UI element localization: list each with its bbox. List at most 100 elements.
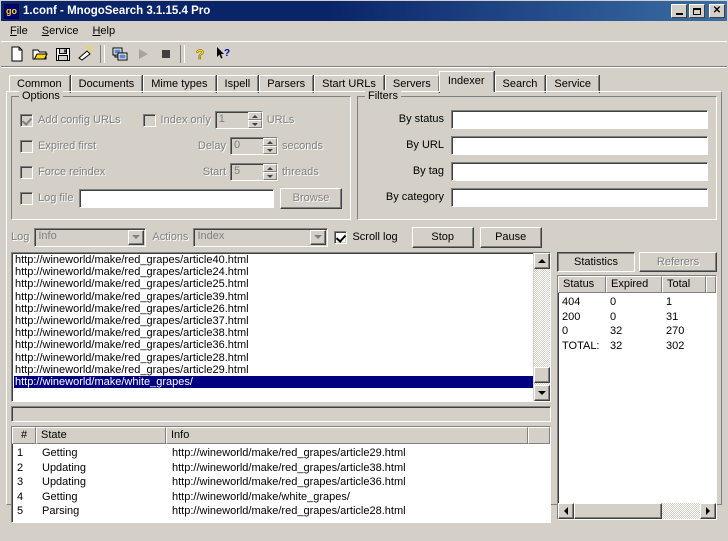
log-line[interactable]: http://wineworld/make/red_grapes/article… xyxy=(14,278,548,290)
network-button[interactable] xyxy=(108,43,131,65)
statistics-tab-button[interactable]: Statistics xyxy=(557,252,635,272)
table-row[interactable]: 5 Parsing http://wineworld/make/red_grap… xyxy=(12,504,550,519)
force-reindex-checkbox[interactable] xyxy=(20,166,33,179)
by-url-input[interactable] xyxy=(451,136,708,155)
table-row[interactable]: 404 0 1 xyxy=(558,295,716,310)
log-list[interactable]: http://wineworld/make/red_grapes/article… xyxy=(11,252,551,402)
by-status-input[interactable] xyxy=(451,110,708,129)
minimize-icon xyxy=(672,5,686,17)
task-grid: # State Info 1 Getting http://wineworld/… xyxy=(11,426,551,523)
index-only-checkbox[interactable] xyxy=(143,114,156,127)
help-button[interactable]: ? xyxy=(188,43,211,65)
log-level-select[interactable]: Info xyxy=(34,228,146,247)
log-scroll-thumb[interactable] xyxy=(534,367,550,383)
log-line[interactable]: http://wineworld/make/red_grapes/article… xyxy=(14,352,548,364)
by-url-label: By URL xyxy=(366,139,451,151)
browse-button[interactable]: Browse xyxy=(280,188,342,209)
log-line[interactable]: http://wineworld/make/red_grapes/article… xyxy=(14,364,548,376)
index-only-down-button[interactable] xyxy=(248,120,262,128)
stats-status: 404 xyxy=(558,295,606,310)
log-line[interactable]: http://wineworld/make/red_grapes/article… xyxy=(14,327,548,339)
log-line[interactable]: http://wineworld/make/red_grapes/article… xyxy=(14,266,548,278)
menu-item-help[interactable]: Help xyxy=(85,23,122,39)
table-row[interactable]: 3 Updating http://wineworld/make/red_gra… xyxy=(12,475,550,490)
application-window: go 1.conf - MnogoSearch 3.1.15.4 Pro ✕ F… xyxy=(0,0,728,541)
table-row[interactable]: 2 Updating http://wineworld/make/red_gra… xyxy=(12,461,550,476)
log-file-input[interactable] xyxy=(79,189,274,208)
window-controls: ✕ xyxy=(671,4,725,18)
referers-tab-button[interactable]: Referers xyxy=(639,252,717,272)
stats-col-expired-header[interactable]: Expired xyxy=(606,276,662,293)
start-threads-down-button[interactable] xyxy=(263,172,277,180)
window-title: 1.conf - MnogoSearch 3.1.15.4 Pro xyxy=(23,5,671,17)
stats-col-total-header[interactable]: Total xyxy=(662,276,706,293)
statistics-scroll-right-button[interactable] xyxy=(700,503,716,519)
statistics-scroll-thumb[interactable] xyxy=(574,503,662,519)
new-icon xyxy=(9,46,25,62)
stop-action-button[interactable]: Stop xyxy=(412,227,474,248)
log-line[interactable]: http://wineworld/make/red_grapes/article… xyxy=(14,291,548,303)
table-row[interactable]: 200 0 31 xyxy=(558,310,716,325)
log-line-selected[interactable]: http://wineworld/make/white_grapes/ xyxy=(14,376,548,388)
expired-first-checkbox[interactable] xyxy=(20,140,33,153)
menu-item-file[interactable]: File xyxy=(3,23,35,39)
stop-button[interactable] xyxy=(154,43,177,65)
actions-chevron-down-icon[interactable] xyxy=(310,230,326,245)
actions-select[interactable]: Index xyxy=(193,228,328,247)
left-column: http://wineworld/make/red_grapes/article… xyxy=(11,252,551,523)
log-vertical-scrollbar[interactable] xyxy=(533,253,550,401)
task-col-info-header[interactable]: Info xyxy=(166,427,528,444)
stats-status: TOTAL: xyxy=(558,339,606,354)
menu-item-service[interactable]: Service xyxy=(35,23,86,39)
scroll-log-checkbox[interactable] xyxy=(334,231,347,244)
stats-expired: 32 xyxy=(606,324,662,339)
table-row-total[interactable]: TOTAL: 32 302 xyxy=(558,339,716,354)
log-scroll-down-button[interactable] xyxy=(534,385,550,401)
delay-down-button[interactable] xyxy=(263,146,277,154)
option-row-1: Add config URLs Index only 1 URLs xyxy=(20,107,342,133)
stats-col-extra-header[interactable] xyxy=(706,276,716,293)
delay-arrows xyxy=(263,138,277,154)
stats-col-status-header[interactable]: Status xyxy=(558,276,606,293)
log-line[interactable]: http://wineworld/make/red_grapes/article… xyxy=(14,303,548,315)
statistics-horizontal-scrollbar[interactable] xyxy=(558,503,716,519)
start-threads-up-button[interactable] xyxy=(263,164,277,172)
log-file-checkbox[interactable] xyxy=(20,192,33,205)
task-col-num-header[interactable]: # xyxy=(12,427,36,444)
close-button[interactable]: ✕ xyxy=(709,4,725,18)
log-line[interactable]: http://wineworld/make/red_grapes/article… xyxy=(14,339,548,351)
save-button[interactable] xyxy=(51,43,74,65)
index-only-up-button[interactable] xyxy=(248,112,262,120)
index-only-value[interactable]: 1 xyxy=(216,112,248,128)
log-line[interactable]: http://wineworld/make/red_grapes/article… xyxy=(14,254,548,266)
tab-indexer[interactable]: Indexer xyxy=(439,71,494,92)
statistics-scroll-left-button[interactable] xyxy=(558,503,574,519)
context-help-button[interactable]: ? xyxy=(211,43,234,65)
toolbar: ? ? xyxy=(1,41,727,67)
task-col-state-header[interactable]: State xyxy=(36,427,166,444)
table-row[interactable]: 0 32 270 xyxy=(558,324,716,339)
add-config-urls-label: Add config URLs xyxy=(38,114,121,126)
delay-up-button[interactable] xyxy=(263,138,277,146)
start-threads-value[interactable]: 5 xyxy=(231,164,263,180)
open-button[interactable] xyxy=(28,43,51,65)
pause-action-button[interactable]: Pause xyxy=(480,227,542,248)
add-config-urls-checkbox[interactable] xyxy=(20,114,33,127)
maximize-button[interactable] xyxy=(689,4,705,18)
delay-spinner[interactable]: 0 xyxy=(230,137,278,155)
log-scroll-up-button[interactable] xyxy=(534,253,550,269)
by-tag-input[interactable] xyxy=(451,162,708,181)
minimize-button[interactable] xyxy=(671,4,687,18)
start-threads-spinner[interactable]: 5 xyxy=(230,163,278,181)
new-button[interactable] xyxy=(5,43,28,65)
delay-value[interactable]: 0 xyxy=(231,138,263,154)
index-only-spinner[interactable]: 1 xyxy=(215,111,263,129)
by-category-input[interactable] xyxy=(451,188,708,207)
table-row[interactable]: 1 Getting http://wineworld/make/red_grap… xyxy=(12,446,550,461)
table-row[interactable]: 4 Getting http://wineworld/make/white_gr… xyxy=(12,490,550,505)
log-level-label: Log xyxy=(11,231,29,243)
wand-button[interactable] xyxy=(74,43,97,65)
log-line[interactable]: http://wineworld/make/red_grapes/article… xyxy=(14,315,548,327)
task-col-extra-header[interactable] xyxy=(528,427,550,444)
log-level-chevron-down-icon[interactable] xyxy=(128,230,144,245)
